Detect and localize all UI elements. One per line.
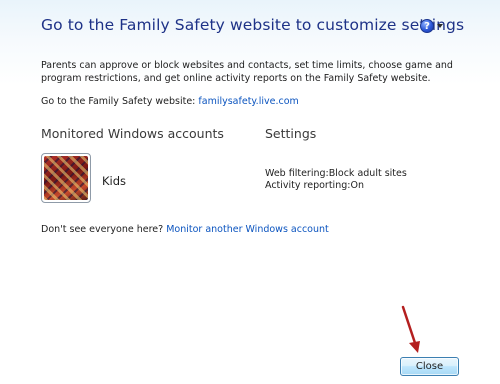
- dont-see-text: Don't see everyone here?: [41, 224, 164, 235]
- website-label: Go to the Family Safety website:: [41, 96, 196, 107]
- close-button[interactable]: Close: [400, 357, 459, 376]
- monitored-accounts-heading: Monitored Windows accounts: [41, 126, 224, 141]
- activity-reporting-value: On: [350, 180, 364, 191]
- monitor-another-account-link[interactable]: Monitor another Windows account: [166, 224, 329, 235]
- chevron-down-icon: [437, 24, 443, 28]
- page-title: Go to the Family Safety website to custo…: [41, 16, 465, 34]
- web-filtering-value: Block adult sites: [328, 168, 407, 179]
- dont-see-everyone-line: Don't see everyone here? Monitor another…: [41, 224, 329, 235]
- account-name[interactable]: Kids: [102, 174, 126, 188]
- activity-reporting-row: Activity reporting:On: [265, 180, 407, 192]
- family-safety-dialog: Go to the Family Safety website to custo…: [0, 0, 500, 384]
- web-filtering-label: Web filtering:: [265, 168, 329, 179]
- avatar[interactable]: [41, 153, 91, 203]
- family-safety-website-link[interactable]: familysafety.live.com: [198, 96, 298, 107]
- description-text: Parents can approve or block websites an…: [41, 60, 453, 84]
- account-picture: [44, 156, 88, 200]
- account-settings: Web filtering:Block adult sites Activity…: [265, 168, 407, 192]
- web-filtering-row: Web filtering:Block adult sites: [265, 168, 407, 180]
- help-button[interactable]: ?: [420, 18, 450, 34]
- website-line: Go to the Family Safety website: familys…: [41, 96, 299, 107]
- annotation-arrow-icon: [401, 305, 420, 353]
- activity-reporting-label: Activity reporting:: [265, 180, 351, 191]
- settings-heading: Settings: [265, 126, 317, 141]
- help-question-icon: ?: [420, 19, 434, 33]
